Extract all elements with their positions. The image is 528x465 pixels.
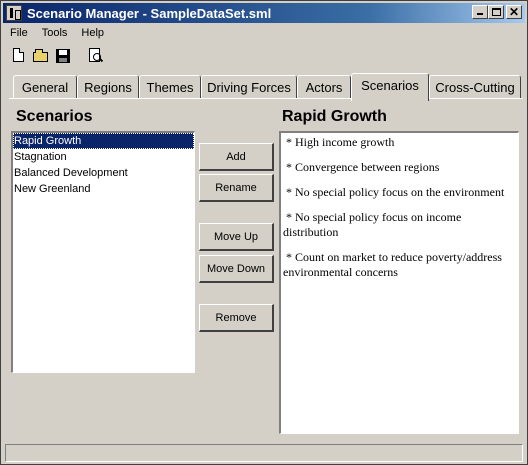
app-icon[interactable] <box>6 5 22 21</box>
tab-driving-forces[interactable]: Driving Forces <box>201 75 297 99</box>
new-document-icon <box>13 48 24 62</box>
tab-strip: General Regions Themes Driving Forces Ac… <box>9 73 523 101</box>
tab-regions[interactable]: Regions <box>77 75 139 99</box>
open-button[interactable] <box>31 46 51 66</box>
tab-panel <box>9 98 523 440</box>
tab-general[interactable]: General <box>13 75 77 99</box>
window-controls: ✕ <box>472 5 522 19</box>
status-bar <box>5 444 523 462</box>
menu-bar: File Tools Help <box>3 24 111 42</box>
minimize-icon <box>477 13 483 15</box>
new-button[interactable] <box>9 46 29 66</box>
print-preview-icon <box>89 48 101 62</box>
save-button[interactable] <box>53 46 73 66</box>
menu-file[interactable]: File <box>3 24 35 42</box>
toolbar <box>9 46 107 66</box>
tab-themes[interactable]: Themes <box>139 75 201 99</box>
maximize-icon <box>492 8 501 16</box>
tab-cross-cutting[interactable]: Cross-Cutting <box>429 75 521 99</box>
menu-tools[interactable]: Tools <box>35 24 75 42</box>
minimize-button[interactable] <box>472 5 488 19</box>
open-folder-icon <box>33 49 48 62</box>
close-icon: ✕ <box>508 5 520 19</box>
main-window: Scenario Manager - SampleDataSet.sml ✕ F… <box>0 0 528 465</box>
tab-scenarios[interactable]: Scenarios <box>351 73 429 101</box>
menu-help[interactable]: Help <box>74 24 111 42</box>
save-icon <box>56 49 70 63</box>
title-bar[interactable]: Scenario Manager - SampleDataSet.sml ✕ <box>3 3 525 23</box>
close-button[interactable]: ✕ <box>506 5 522 19</box>
window-title: Scenario Manager - SampleDataSet.sml <box>27 5 272 21</box>
print-preview-button[interactable] <box>85 46 105 66</box>
tab-actors[interactable]: Actors <box>297 75 351 99</box>
maximize-button[interactable] <box>488 5 504 19</box>
